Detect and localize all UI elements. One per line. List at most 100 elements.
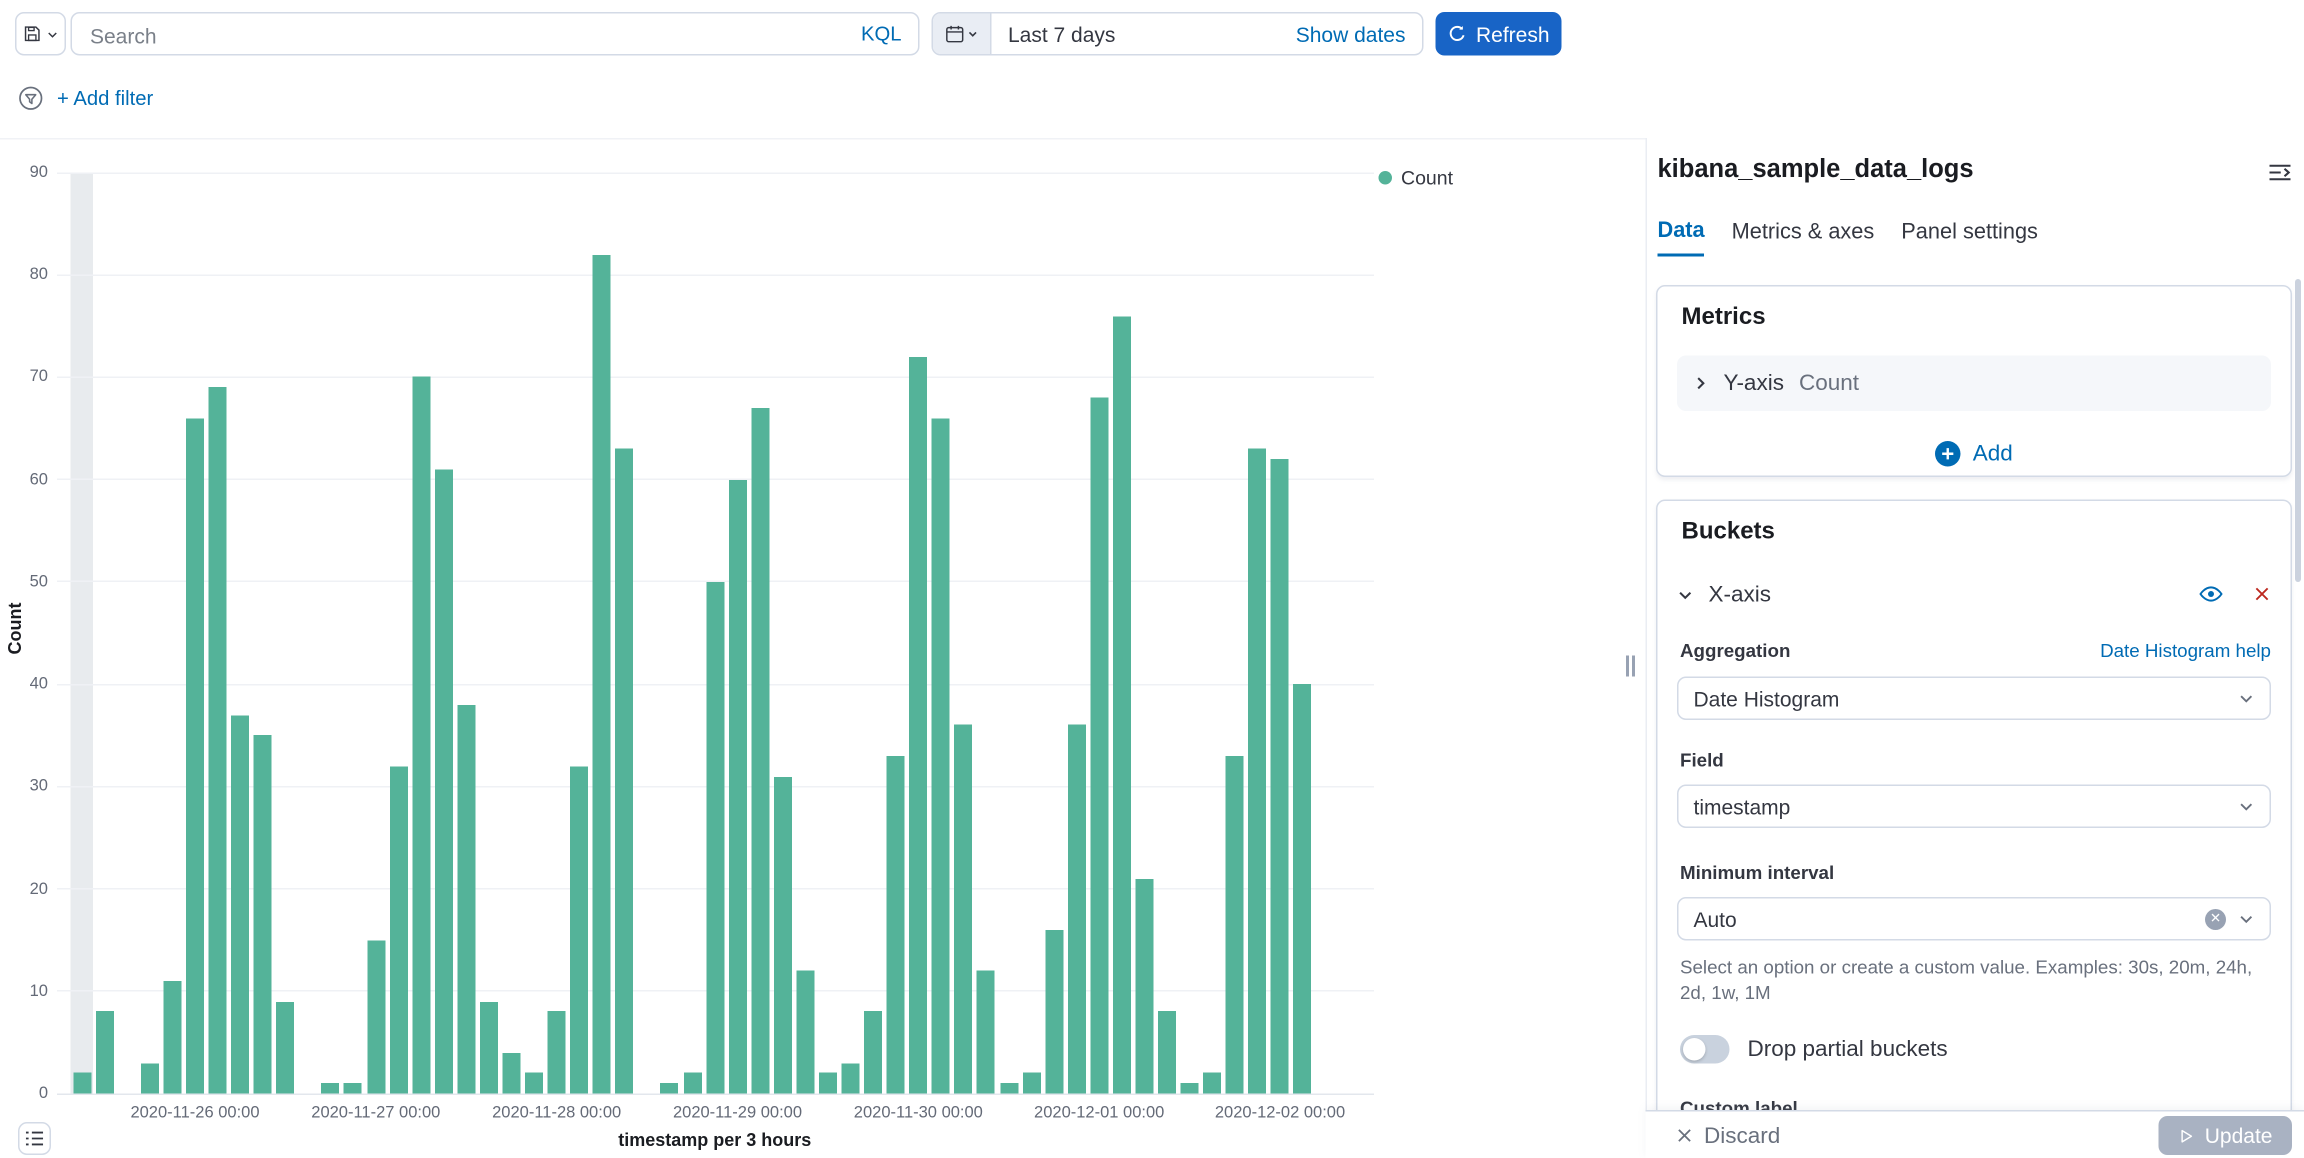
bar[interactable] [683, 1073, 701, 1093]
bar[interactable] [864, 1012, 882, 1094]
bar[interactable] [842, 1063, 860, 1094]
bar[interactable] [502, 1053, 520, 1094]
refresh-icon [1447, 24, 1467, 44]
bar[interactable] [1248, 449, 1266, 1094]
update-label: Update [2205, 1124, 2273, 1148]
clear-value-button[interactable]: ✕ [2205, 908, 2226, 929]
filter-menu-button[interactable] [18, 86, 44, 112]
date-histogram-help-link[interactable]: Date Histogram help [1950, 641, 2271, 662]
bucket-x-axis-row[interactable]: X-axis [1677, 572, 2271, 617]
toggle-knob [1683, 1038, 1706, 1061]
legend-item-count[interactable]: Count [1379, 167, 1454, 190]
bar[interactable] [887, 756, 905, 1094]
bar[interactable] [1068, 725, 1086, 1093]
bar[interactable] [1271, 459, 1289, 1093]
bar[interactable] [955, 725, 973, 1093]
tab-panel-settings[interactable]: Panel settings [1901, 221, 2038, 256]
bar[interactable] [209, 387, 227, 1093]
discard-button[interactable]: Discard [1676, 1112, 1781, 1158]
quick-select-date-button[interactable] [933, 14, 992, 55]
saved-query-menu-button[interactable] [15, 12, 66, 56]
refresh-button[interactable]: Refresh [1436, 12, 1562, 56]
bar[interactable] [774, 776, 792, 1093]
bar[interactable] [1181, 1083, 1199, 1093]
bar[interactable] [457, 705, 475, 1094]
saved-query-icon [23, 24, 43, 44]
bar[interactable] [163, 981, 181, 1094]
search-box: KQL [71, 12, 920, 56]
add-filter-link[interactable]: + Add filter [57, 87, 153, 110]
bar[interactable] [480, 1001, 498, 1093]
chevron-down-icon [2238, 911, 2255, 928]
y-tick-label: 30 [0, 777, 48, 795]
show-dates-link[interactable]: Show dates [1296, 23, 1406, 47]
x-tick-label: 2020-11-27 00:00 [293, 1104, 458, 1122]
collapse-panel-button[interactable] [2268, 161, 2292, 185]
x-tick-label: 2020-11-26 00:00 [113, 1104, 278, 1122]
bar[interactable] [1226, 756, 1244, 1094]
bar[interactable] [435, 469, 453, 1093]
field-label: Field [1680, 750, 1724, 771]
bar[interactable] [525, 1073, 543, 1093]
bar[interactable] [96, 1012, 114, 1094]
update-button[interactable]: Update [2158, 1116, 2292, 1155]
minimum-interval-value: Auto [1694, 907, 1737, 931]
add-metric-button[interactable]: Add [1677, 434, 2271, 473]
bar[interactable] [751, 408, 769, 1094]
bar[interactable] [615, 449, 633, 1094]
remove-bucket-button[interactable] [2253, 585, 2271, 603]
bar[interactable] [796, 971, 814, 1094]
y-tick-label: 40 [0, 675, 48, 693]
bar[interactable] [593, 254, 611, 1093]
bar[interactable] [73, 1073, 91, 1093]
bar[interactable] [322, 1083, 340, 1093]
aggregation-select[interactable]: Date Histogram [1677, 677, 2271, 721]
time-range-value[interactable]: Last 7 days [1008, 23, 1115, 47]
bar[interactable] [276, 1001, 294, 1093]
bar[interactable] [819, 1073, 837, 1093]
bar[interactable] [1045, 930, 1063, 1094]
bar[interactable] [1000, 1083, 1018, 1093]
toggle-visibility-button[interactable] [2199, 582, 2223, 606]
bar[interactable] [570, 766, 588, 1093]
bar[interactable] [186, 418, 204, 1093]
bar[interactable] [1158, 1012, 1176, 1094]
bar[interactable] [977, 971, 995, 1094]
metric-y-axis-row[interactable]: Y-axis Count [1677, 356, 2271, 412]
tab-metrics-axes[interactable]: Metrics & axes [1732, 221, 1875, 256]
panel-resize-handle[interactable] [1626, 656, 1635, 677]
gridline [57, 274, 1374, 276]
field-select[interactable]: timestamp [1677, 785, 2271, 829]
bar[interactable] [729, 479, 747, 1093]
bar[interactable] [661, 1083, 679, 1093]
panel-scrollbar[interactable] [2295, 279, 2301, 582]
minimum-interval-combobox[interactable]: Auto ✕ [1677, 897, 2271, 941]
bar[interactable] [1113, 316, 1131, 1094]
bar[interactable] [231, 715, 249, 1094]
editor-tabs: Data Metrics & axes Panel settings [1658, 219, 2038, 257]
legend-toggle-button[interactable] [18, 1122, 51, 1155]
bar[interactable] [1090, 398, 1108, 1094]
bar[interactable] [548, 1012, 566, 1094]
tab-data[interactable]: Data [1658, 219, 1705, 257]
search-input[interactable] [87, 14, 843, 58]
metric-row-value: Count [1799, 371, 1859, 397]
buckets-heading: Buckets [1682, 519, 1775, 546]
bar[interactable] [254, 735, 272, 1093]
kql-language-button[interactable]: KQL [861, 23, 902, 46]
play-icon [2178, 1127, 2195, 1144]
bar[interactable] [1135, 879, 1153, 1094]
bar[interactable] [389, 766, 407, 1093]
bar[interactable] [367, 940, 385, 1093]
bar[interactable] [909, 357, 927, 1094]
bar[interactable] [412, 377, 430, 1093]
bar[interactable] [706, 582, 724, 1094]
bar[interactable] [1294, 684, 1312, 1093]
bar[interactable] [141, 1063, 159, 1094]
bar[interactable] [1022, 1073, 1040, 1093]
bar[interactable] [1203, 1073, 1221, 1093]
bar[interactable] [344, 1083, 362, 1093]
drop-partial-buckets-toggle[interactable] [1680, 1035, 1730, 1064]
chevron-right-icon [1692, 375, 1709, 392]
bar[interactable] [932, 418, 950, 1093]
